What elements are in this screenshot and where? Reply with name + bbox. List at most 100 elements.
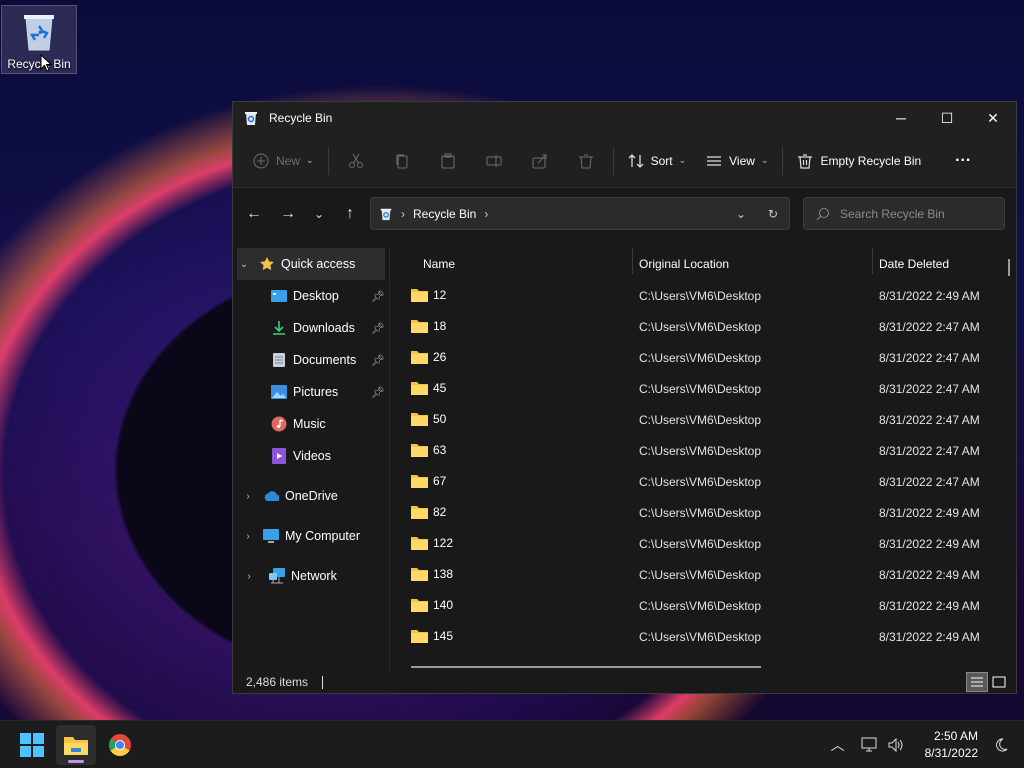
folder-icon — [411, 599, 428, 612]
delete-button[interactable] — [563, 144, 609, 178]
file-name: 67 — [411, 474, 446, 488]
table-row[interactable]: 140 C:\Users\VM6\Desktop 8/31/2022 2:49 AM — [391, 590, 1017, 621]
network-status-icon[interactable] — [857, 737, 883, 753]
nav-pictures[interactable]: Pictures 📌︎ — [233, 376, 389, 408]
download-arrow-icon — [271, 320, 287, 336]
empty-recycle-bin-button[interactable]: Empty Recycle Bin — [787, 144, 931, 178]
nav-quick-access[interactable]: ⌄ Quick access — [237, 248, 385, 280]
forward-button[interactable]: → — [271, 198, 305, 230]
table-row[interactable]: 145 C:\Users\VM6\Desktop 8/31/2022 2:49 AM — [391, 621, 1017, 652]
table-row[interactable]: 18 C:\Users\VM6\Desktop 8/31/2022 2:47 AM — [391, 311, 1017, 342]
nav-onedrive[interactable]: › OneDrive — [233, 480, 389, 512]
sort-button[interactable]: Sort ⌄ — [618, 144, 697, 178]
original-location: C:\Users\VM6\Desktop — [639, 630, 762, 644]
folder-icon — [411, 506, 428, 519]
file-name-text: 122 — [433, 536, 454, 550]
focus-assist-moon-icon[interactable] — [988, 737, 1014, 753]
nav-videos[interactable]: Videos — [233, 440, 389, 472]
desktop-recycle-bin[interactable]: Recycle Bin — [1, 5, 77, 74]
star-icon — [259, 256, 275, 272]
vertical-scrollbar[interactable] — [1008, 259, 1010, 276]
more-options-button[interactable]: ··· — [945, 144, 981, 178]
pin-icon[interactable]: 📌︎ — [371, 386, 385, 399]
details-view-button[interactable] — [966, 672, 988, 692]
scissors-icon — [348, 153, 363, 168]
date-deleted: 8/31/2022 2:49 AM — [879, 506, 980, 520]
nav-my-computer[interactable]: › My Computer — [233, 520, 389, 552]
table-row[interactable]: 82 C:\Users\VM6\Desktop 8/31/2022 2:49 AM — [391, 497, 1017, 528]
computer-icon — [263, 528, 279, 544]
table-row[interactable]: 67 C:\Users\VM6\Desktop 8/31/2022 2:47 AM — [391, 466, 1017, 497]
table-row[interactable]: 45 C:\Users\VM6\Desktop 8/31/2022 2:47 AM — [391, 373, 1017, 404]
address-dropdown-icon[interactable]: ⌄ — [725, 207, 757, 221]
clipboard-icon — [441, 153, 455, 168]
file-name: 82 — [411, 505, 446, 519]
tiles-view-icon — [992, 676, 1006, 688]
maximize-button[interactable]: ☐ — [924, 102, 970, 134]
cut-button[interactable] — [333, 144, 379, 178]
chevron-right-icon[interactable]: › — [484, 207, 488, 221]
column-original-location[interactable]: Original Location — [639, 257, 729, 271]
search-input[interactable]: Search Recycle Bin — [803, 197, 1005, 230]
trash-icon — [798, 153, 813, 169]
view-button[interactable]: View ⌄ — [696, 144, 778, 178]
plus-circle-icon — [253, 153, 269, 168]
breadcrumb-recycle-bin[interactable]: Recycle Bin — [413, 207, 476, 221]
minimize-button[interactable]: ─ — [878, 102, 924, 134]
pin-icon[interactable]: 📌︎ — [371, 354, 385, 367]
back-button[interactable]: ← — [237, 198, 271, 230]
table-row[interactable]: 138 C:\Users\VM6\Desktop 8/31/2022 2:49 AM — [391, 559, 1017, 590]
rename-button[interactable] — [471, 144, 517, 178]
table-row[interactable]: 50 C:\Users\VM6\Desktop 8/31/2022 2:47 AM — [391, 404, 1017, 435]
date-deleted: 8/31/2022 2:49 AM — [879, 568, 980, 582]
chevron-down-icon[interactable]: ⌄ — [237, 259, 251, 270]
title-bar[interactable]: Recycle Bin ─ ☐ ✕ — [233, 102, 1016, 134]
up-button[interactable]: ↑ — [333, 198, 367, 230]
chevron-right-icon[interactable]: › — [241, 491, 255, 502]
clock-time: 2:50 AM — [933, 728, 978, 743]
table-row[interactable]: 26 C:\Users\VM6\Desktop 8/31/2022 2:47 AM — [391, 342, 1017, 373]
paste-button[interactable] — [425, 144, 471, 178]
file-name-text: 18 — [433, 319, 447, 333]
mouse-cursor-icon — [40, 54, 52, 72]
volume-icon[interactable] — [883, 737, 909, 753]
chevron-right-icon[interactable]: › — [241, 531, 255, 542]
nav-network[interactable]: › Network — [233, 560, 389, 592]
date-deleted: 8/31/2022 2:49 AM — [879, 630, 980, 644]
table-row[interactable]: 12 C:\Users\VM6\Desktop 8/31/2022 2:49 AM — [391, 280, 1017, 311]
chevron-right-icon[interactable]: › — [241, 568, 257, 584]
nav-desktop[interactable]: Desktop 📌︎ — [233, 280, 389, 312]
large-icons-view-button[interactable] — [988, 672, 1010, 692]
share-button[interactable] — [517, 144, 563, 178]
horizontal-scrollbar[interactable] — [411, 666, 761, 668]
nav-music[interactable]: Music — [233, 408, 389, 440]
recycle-bin-icon — [24, 15, 54, 51]
chrome-taskbar-button[interactable] — [100, 725, 140, 765]
nav-downloads[interactable]: Downloads 📌︎ — [233, 312, 389, 344]
address-bar[interactable]: › Recycle Bin › ⌄ ↻ — [370, 197, 790, 230]
file-name-text: 12 — [433, 288, 447, 302]
new-button[interactable]: New ⌄ — [243, 144, 324, 178]
pin-icon[interactable]: 📌︎ — [371, 290, 385, 303]
file-list: ⌃ Name Original Location Date Deleted 12… — [391, 248, 1017, 673]
close-button[interactable]: ✕ — [970, 102, 1016, 134]
pin-icon[interactable]: 📌︎ — [371, 322, 385, 335]
date-deleted: 8/31/2022 2:47 AM — [879, 382, 980, 396]
original-location: C:\Users\VM6\Desktop — [639, 351, 762, 365]
nav-documents[interactable]: Documents 📌︎ — [233, 344, 389, 376]
column-name[interactable]: Name — [423, 257, 455, 271]
file-name: 63 — [411, 443, 446, 457]
file-explorer-taskbar-button[interactable] — [56, 724, 96, 765]
copy-button[interactable] — [379, 144, 425, 178]
show-hidden-icons-button[interactable]: ︿ — [825, 735, 851, 755]
refresh-icon[interactable]: ↻ — [757, 207, 789, 221]
clock[interactable]: 2:50 AM 8/31/2022 — [925, 728, 978, 762]
start-button[interactable] — [12, 725, 52, 765]
original-location: C:\Users\VM6\Desktop — [639, 599, 762, 613]
original-location: C:\Users\VM6\Desktop — [639, 413, 762, 427]
table-row[interactable]: 63 C:\Users\VM6\Desktop 8/31/2022 2:47 AM — [391, 435, 1017, 466]
folder-icon — [411, 568, 428, 581]
column-date-deleted[interactable]: Date Deleted — [879, 257, 949, 271]
table-row[interactable]: 122 C:\Users\VM6\Desktop 8/31/2022 2:49 AM — [391, 528, 1017, 559]
recent-locations-button[interactable]: ⌄ — [305, 198, 333, 230]
